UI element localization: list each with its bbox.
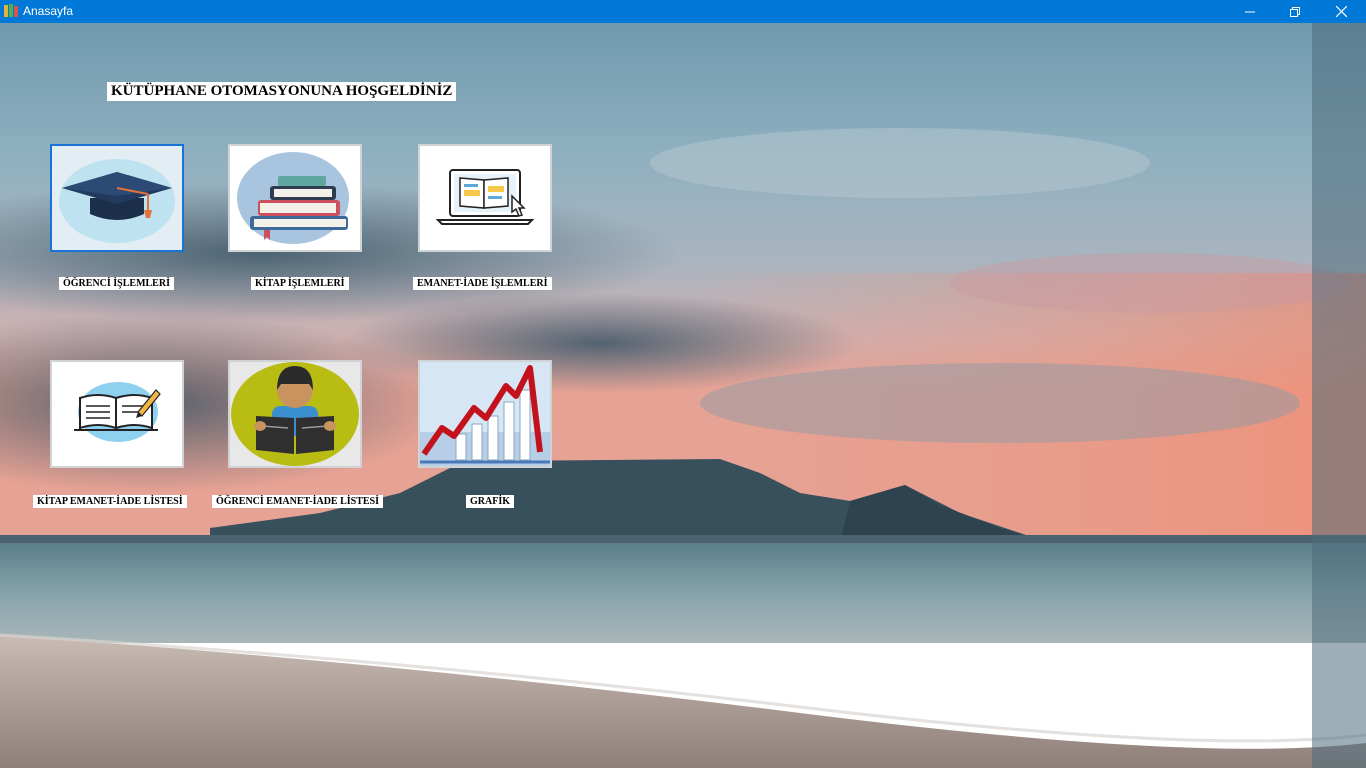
growth-chart-icon <box>420 362 550 466</box>
app-icon <box>4 4 18 18</box>
restore-button[interactable] <box>1272 0 1318 23</box>
loan-return-operations-label: EMANET-İADE İŞLEMLERİ <box>413 277 552 290</box>
graduation-cap-icon <box>52 146 182 250</box>
student-loan-return-list-button[interactable] <box>228 360 362 468</box>
book-loan-return-list-label: KİTAP EMANET-İADE LİSTESİ <box>33 495 187 508</box>
page-title: KÜTÜPHANE OTOMASYONUNA HOŞGELDİNİZ <box>107 82 457 101</box>
chart-button[interactable] <box>418 360 552 468</box>
title-bar[interactable]: Anasayfa <box>0 0 1366 23</box>
open-book-pencil-icon <box>52 362 182 466</box>
book-stack-icon <box>230 146 360 250</box>
book-loan-return-list-button[interactable] <box>50 360 184 468</box>
minimize-icon <box>1245 11 1255 12</box>
background-image <box>0 23 1366 768</box>
student-operations-button[interactable] <box>50 144 184 252</box>
student-loan-return-list-label: ÖĞRENCİ EMANET-İADE LİSTESİ <box>212 495 384 508</box>
main-form: KÜTÜPHANE OTOMASYONUNA HOŞGELDİNİZ ÖĞREN… <box>0 23 1366 768</box>
book-operations-label: KİTAP İŞLEMLERİ <box>251 277 349 290</box>
chart-label: GRAFİK <box>466 495 514 508</box>
loan-return-operations-button[interactable] <box>418 144 552 252</box>
window-title: Anasayfa <box>23 4 74 18</box>
close-button[interactable] <box>1318 0 1364 23</box>
student-reading-icon <box>230 362 360 466</box>
student-operations-label: ÖĞRENCİ İŞLEMLERİ <box>59 277 174 290</box>
close-icon <box>1335 6 1347 17</box>
book-operations-button[interactable] <box>228 144 362 252</box>
restore-icon <box>1290 6 1300 17</box>
minimize-button[interactable] <box>1227 0 1273 23</box>
laptop-ebook-icon <box>420 146 550 250</box>
